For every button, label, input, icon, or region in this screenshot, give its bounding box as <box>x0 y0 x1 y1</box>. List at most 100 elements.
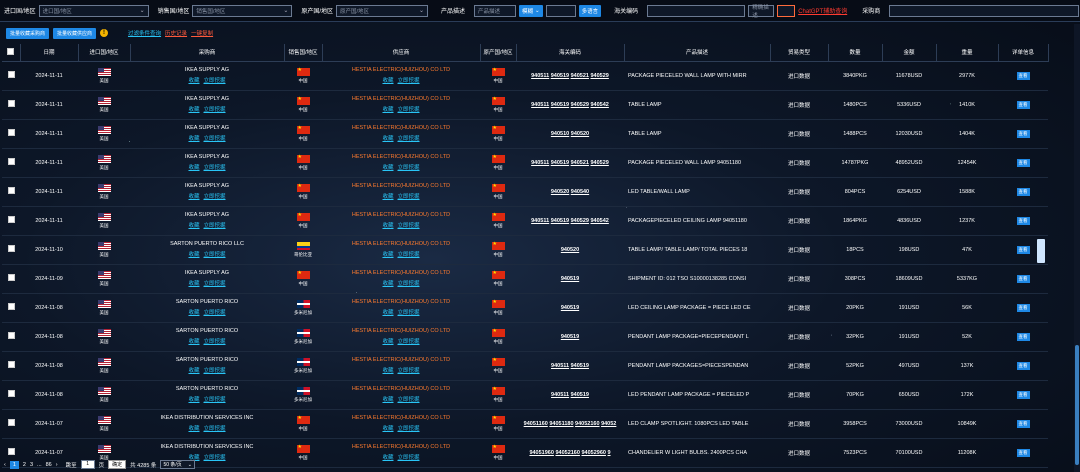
supplier-mine-link[interactable]: 立即挖掘 <box>398 424 420 432</box>
view-details-button[interactable]: 查看 <box>1016 187 1030 196</box>
supplier-mine-link[interactable]: 立即挖掘 <box>398 163 420 171</box>
supplier-mine-link[interactable]: 立即挖掘 <box>398 395 420 403</box>
hs-code-link[interactable]: 940519 <box>561 305 579 311</box>
buyer-mine-link[interactable]: 立即挖掘 <box>204 163 226 171</box>
hs-code-link[interactable]: 940520 <box>551 189 569 195</box>
hs-code-input[interactable] <box>647 4 746 17</box>
supplier-favorite-link[interactable]: 收藏 <box>382 308 393 316</box>
buyer-input[interactable] <box>889 4 1080 17</box>
hs-code-link[interactable]: 940519 <box>561 334 579 340</box>
prev-page-icon[interactable]: ‹ <box>4 462 6 468</box>
goto-confirm-button[interactable]: 确定 <box>108 460 127 469</box>
view-details-button[interactable]: 查看 <box>1016 100 1030 109</box>
supplier-mine-link[interactable]: 立即挖掘 <box>398 105 420 113</box>
hs-code-link[interactable]: 9 <box>607 450 610 456</box>
hs-code-link[interactable]: 940519 <box>551 102 569 108</box>
fuzzy-match-select[interactable]: 模糊 ⌄ <box>519 4 543 17</box>
multi-language-button[interactable]: 多语言 <box>578 4 602 17</box>
buyer-mine-link[interactable]: 立即挖掘 <box>204 308 226 316</box>
supplier-favorite-link[interactable]: 收藏 <box>382 366 393 374</box>
buyer-favorite-link[interactable]: 收藏 <box>188 308 199 316</box>
buyer-favorite-link[interactable]: 收藏 <box>188 76 199 84</box>
view-details-button[interactable]: 查看 <box>1016 448 1030 457</box>
supplier-mine-link[interactable]: 立即挖掘 <box>398 366 420 374</box>
page-2[interactable]: 2 <box>23 462 26 468</box>
view-details-button[interactable]: 查看 <box>1016 361 1030 370</box>
precise-desc-select[interactable]: 精确描述 <box>748 4 775 19</box>
hs-code-link[interactable]: 94052 <box>601 421 616 427</box>
page-1[interactable]: 1 <box>9 460 19 469</box>
supplier-favorite-link[interactable]: 收藏 <box>382 279 393 287</box>
view-details-button[interactable]: 查看 <box>1016 332 1030 341</box>
next-page-icon[interactable]: › <box>56 462 58 468</box>
supplier-favorite-link[interactable]: 收藏 <box>382 134 393 142</box>
row-checkbox[interactable] <box>7 274 15 281</box>
col-quantity[interactable]: 数量 <box>828 44 883 62</box>
hs-code-link[interactable]: 940520 <box>571 131 589 137</box>
hs-code-link[interactable]: 940542 <box>591 218 609 224</box>
hs-code-link[interactable]: 940529 <box>571 218 589 224</box>
buyer-mine-link[interactable]: 立即挖掘 <box>204 453 226 461</box>
buyer-favorite-link[interactable]: 收藏 <box>188 279 199 287</box>
buyer-mine-link[interactable]: 立即挖掘 <box>204 76 226 84</box>
view-details-button[interactable]: 查看 <box>1016 158 1030 167</box>
buyer-favorite-link[interactable]: 收藏 <box>188 192 199 200</box>
supplier-mine-link[interactable]: 立即挖掘 <box>398 279 420 287</box>
supplier-favorite-link[interactable]: 收藏 <box>382 76 393 84</box>
sales-country-select[interactable]: 销售国/地区 ⌄ <box>192 4 293 17</box>
batch-favorite-suppliers-button[interactable]: 批量收藏供应商 <box>53 27 97 39</box>
buyer-favorite-link[interactable]: 收藏 <box>188 366 199 374</box>
buyer-favorite-link[interactable]: 收藏 <box>188 337 199 345</box>
hs-code-link[interactable]: 940511 <box>531 102 549 108</box>
buyer-favorite-link[interactable]: 收藏 <box>188 395 199 403</box>
chatgpt-query-link[interactable]: ChatGPT辅助查询 <box>798 6 847 15</box>
row-checkbox[interactable] <box>7 187 15 194</box>
hs-code-link[interactable]: 940511 <box>531 218 549 224</box>
row-checkbox[interactable] <box>7 390 15 397</box>
supplier-favorite-link[interactable]: 收藏 <box>382 453 393 461</box>
view-details-button[interactable]: 查看 <box>1016 245 1030 254</box>
supplier-mine-link[interactable]: 立即挖掘 <box>398 250 420 258</box>
hs-code-link[interactable]: 94052960 <box>581 450 605 456</box>
hs-code-link[interactable]: 940542 <box>591 102 609 108</box>
filter-query-link[interactable]: 过滤条件查询 <box>128 29 161 37</box>
select-all-checkbox[interactable] <box>7 47 15 55</box>
view-details-button[interactable]: 查看 <box>1016 216 1030 225</box>
hs-code-link[interactable]: 940511 <box>551 392 569 398</box>
supplier-favorite-link[interactable]: 收藏 <box>382 337 393 345</box>
side-panel-tab[interactable] <box>1037 239 1045 263</box>
batch-favorite-buyers-button[interactable]: 批量收藏采购商 <box>6 27 50 39</box>
import-country-select[interactable]: 进口国/地区 ⌄ <box>38 4 149 17</box>
supplier-favorite-link[interactable]: 收藏 <box>382 105 393 113</box>
buyer-favorite-link[interactable]: 收藏 <box>188 424 199 432</box>
hs-code-link[interactable]: 940519 <box>571 363 589 369</box>
hs-code-link[interactable]: 940540 <box>571 189 589 195</box>
buyer-favorite-link[interactable]: 收藏 <box>188 250 199 258</box>
goto-page-input[interactable]: 1 <box>80 460 95 469</box>
buyer-mine-link[interactable]: 立即挖掘 <box>204 366 226 374</box>
buyer-favorite-link[interactable]: 收藏 <box>188 134 199 142</box>
supplier-favorite-link[interactable]: 收藏 <box>382 424 393 432</box>
supplier-mine-link[interactable]: 立即挖掘 <box>398 337 420 345</box>
supplier-mine-link[interactable]: 立即挖掘 <box>398 134 420 142</box>
page-ellipsis[interactable]: ... <box>37 462 42 468</box>
product-desc-text-input[interactable] <box>545 4 576 17</box>
supplier-favorite-link[interactable]: 收藏 <box>382 163 393 171</box>
view-details-button[interactable]: 查看 <box>1016 274 1030 283</box>
hs-code-link[interactable]: 940521 <box>571 73 589 79</box>
supplier-mine-link[interactable]: 立即挖掘 <box>398 221 420 229</box>
hs-code-link[interactable]: 940511 <box>531 73 549 79</box>
buyer-mine-link[interactable]: 立即挖掘 <box>204 337 226 345</box>
product-desc-input[interactable]: 产品描述 <box>474 4 517 17</box>
supplier-mine-link[interactable]: 立即挖掘 <box>398 308 420 316</box>
row-checkbox[interactable] <box>7 158 15 165</box>
view-details-button[interactable]: 查看 <box>1016 71 1030 80</box>
view-details-button[interactable]: 查看 <box>1016 419 1030 428</box>
hs-code-link[interactable]: 940510 <box>551 131 569 137</box>
buyer-favorite-link[interactable]: 收藏 <box>188 163 199 171</box>
origin-country-select[interactable]: 原产国/地区 ⌄ <box>336 4 429 17</box>
history-link[interactable]: 历史记录 <box>165 29 187 37</box>
buyer-favorite-link[interactable]: 收藏 <box>188 105 199 113</box>
col-date[interactable]: 日期 <box>20 44 79 62</box>
hs-code-link[interactable]: 940519 <box>551 73 569 79</box>
